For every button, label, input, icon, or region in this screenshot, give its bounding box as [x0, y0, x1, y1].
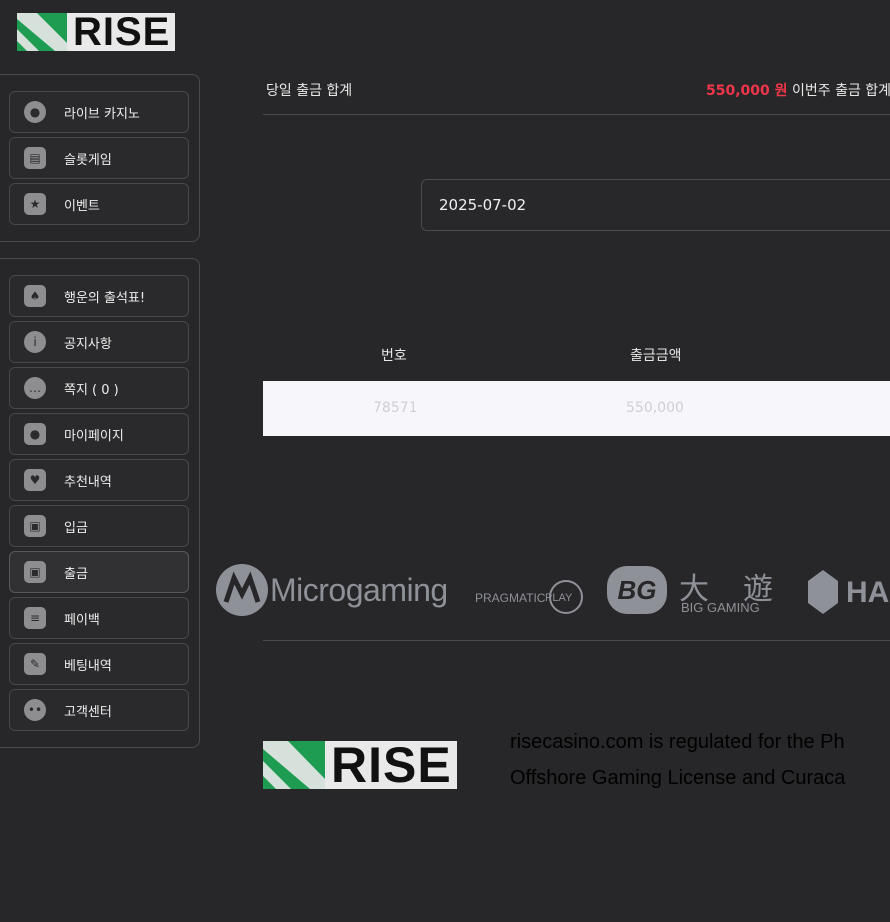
sidebar-item-label: 공지사항 — [64, 336, 112, 352]
sidebar-item-label: 베팅내역 — [64, 658, 112, 674]
column-header-amount: 출금금액 — [630, 348, 682, 364]
user-icon: ● — [24, 423, 46, 445]
sidebar-account: ♠ 행운의 출석표! i 공지사항 … 쪽지 ( 0 ) ● 마이페이지 ♥ 추… — [0, 258, 200, 748]
logo-mark-icon — [17, 13, 67, 51]
heart-icon: ♥ — [24, 469, 46, 491]
pragmatic-logo-text: PRAGMATIC — [475, 591, 546, 605]
habanero-logo-text: HA — [846, 576, 890, 609]
sidebar-item-label: 쪽지 ( 0 ) — [64, 382, 119, 398]
sidebar-item-notice[interactable]: i 공지사항 — [9, 321, 189, 363]
sidebar-item-attendance[interactable]: ♠ 행운의 출석표! — [9, 275, 189, 317]
weekly-total-label: 이번주 출금 합계 — [791, 83, 890, 99]
sidebar-item-label: 마이페이지 — [64, 428, 124, 444]
sidebar-item-label: 이벤트 — [64, 198, 100, 214]
habanero-logo-icon — [808, 570, 838, 614]
calendar-icon: ♠ — [24, 285, 46, 307]
star-badge-icon: ★ — [24, 193, 46, 215]
license-notice: risecasino.com is regulated for the Ph O… — [510, 724, 890, 796]
slot-machine-icon: ▤ — [24, 147, 46, 169]
chips-icon: ● — [24, 101, 46, 123]
sidebar-item-payback[interactable]: ≡ 페이백 — [9, 597, 189, 639]
row-amount: 550,000 — [626, 400, 684, 416]
sidebar-item-slot-games[interactable]: ▤ 슬롯게임 — [9, 137, 189, 179]
license-line-2: Offshore Gaming License and Curaca — [510, 767, 846, 789]
table-row: 78571 550,000 — [263, 381, 890, 436]
withdraw-summary: 당일 출금 합계 550,000 원 이번주 출금 합계 — [263, 78, 890, 115]
sidebar-item-label: 출금 — [64, 566, 88, 582]
sidebar-games: ● 라이브 카지노 ▤ 슬롯게임 ★ 이벤트 — [0, 74, 200, 242]
coins-icon: ≡ — [24, 607, 46, 629]
sidebar-item-referral[interactable]: ♥ 추천내역 — [9, 459, 189, 501]
microgaming-logo-icon — [216, 564, 268, 616]
sidebar-item-label: 입금 — [64, 520, 88, 536]
sidebar-item-mypage[interactable]: ● 마이페이지 — [9, 413, 189, 455]
brand-logo[interactable]: RISE — [17, 10, 175, 54]
sidebar-item-label: 페이백 — [64, 612, 100, 628]
logo-mark-icon — [263, 741, 325, 789]
daily-total-label: 당일 출금 합계 — [266, 83, 353, 99]
license-line-1: risecasino.com is regulated for the Ph — [510, 731, 845, 753]
summary-right: 550,000 원 이번주 출금 합계 — [706, 80, 890, 100]
sidebar-item-label: 행운의 출석표! — [64, 290, 146, 306]
footer-logo: RISE — [263, 737, 457, 793]
wallet-in-icon: ▣ — [24, 515, 46, 537]
row-number: 78571 — [373, 400, 418, 416]
sidebar-item-label: 라이브 카지노 — [64, 106, 140, 122]
pragmatic-play-text: PLAY — [545, 592, 573, 604]
pragmatic-play-logo-icon: PLAY — [545, 580, 583, 614]
date-filter-input[interactable]: 2025-07-02 — [421, 179, 890, 231]
logo-wordmark: RISE — [331, 737, 452, 793]
sidebar-item-betting-history[interactable]: ✎ 베팅내역 — [9, 643, 189, 685]
column-header-number: 번호 — [381, 348, 407, 364]
logo-wordmark: RISE — [73, 10, 171, 54]
sidebar-item-event[interactable]: ★ 이벤트 — [9, 183, 189, 225]
big-gaming-logo-icon: BG — [607, 566, 667, 614]
edit-note-icon: ✎ — [24, 653, 46, 675]
sidebar-item-withdraw[interactable]: ▣ 출금 — [9, 551, 189, 593]
big-gaming-logo-text: BIG GAMING — [681, 600, 760, 615]
sidebar-item-deposit[interactable]: ▣ 입금 — [9, 505, 189, 547]
provider-logos: Microgaming PRAGMATIC PLAY BG 大遊 BIG GAM… — [214, 560, 890, 625]
sidebar-item-label: 고객센터 — [64, 704, 112, 720]
sidebar-item-messages[interactable]: … 쪽지 ( 0 ) — [9, 367, 189, 409]
sidebar-item-label: 슬롯게임 — [64, 152, 112, 168]
daily-total-amount: 550,000 원 — [706, 83, 788, 99]
footer-divider — [263, 640, 890, 641]
wallet-out-icon: ▣ — [24, 561, 46, 583]
sidebar-item-live-casino[interactable]: ● 라이브 카지노 — [9, 91, 189, 133]
sidebar-item-support[interactable]: •• 고객센터 — [9, 689, 189, 731]
support-icon: •• — [24, 699, 46, 721]
sidebar-item-label: 추천내역 — [64, 474, 112, 490]
message-icon: … — [24, 377, 46, 399]
info-icon: i — [24, 331, 46, 353]
microgaming-logo-text: Microgaming — [270, 572, 448, 608]
